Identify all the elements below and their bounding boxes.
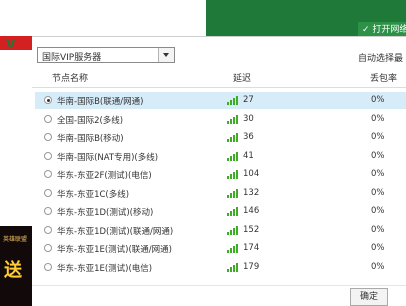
node-row[interactable]: 华东-东亚1E(测试)(联通/网通) 174 0% <box>35 240 406 257</box>
node-name: 华东-东亚2F(测试)(电信) <box>57 171 152 181</box>
node-loss: 0% <box>371 132 385 142</box>
node-radio[interactable] <box>44 96 52 104</box>
node-radio[interactable] <box>44 207 52 215</box>
node-name: 华南-国际(NAT专用)(多线) <box>57 152 159 163</box>
node-name: 华东-东亚1C(多线) <box>57 189 130 200</box>
node-latency: 152 <box>243 224 260 235</box>
signal-strength-icon <box>227 151 241 161</box>
signal-strength-icon <box>227 262 241 272</box>
column-header-name: 节点名称 <box>52 74 89 84</box>
app-logo-icon: V <box>6 37 16 51</box>
node-loss: 0% <box>371 113 385 124</box>
node-row[interactable]: 华南-国际B(移动) 36 0% <box>35 129 406 146</box>
node-latency: 27 <box>243 95 254 105</box>
column-header-latency: 延迟 <box>233 74 252 84</box>
node-name: 华东-东亚1D(测试)(移动) <box>57 208 154 218</box>
node-radio[interactable] <box>44 170 52 178</box>
node-loss: 0% <box>371 150 385 161</box>
node-loss: 0% <box>371 169 385 179</box>
signal-strength-icon <box>227 170 241 179</box>
node-row[interactable]: 华南-国际B(联通/网通) 27 0% <box>35 92 406 109</box>
node-name: 华东-东亚1E(测试)(联通/网通) <box>57 245 172 255</box>
server-group-value: 国际VIP服务器 <box>42 53 102 63</box>
node-loss: 0% <box>371 224 385 235</box>
node-latency: 36 <box>243 132 254 142</box>
node-loss: 0% <box>371 95 385 105</box>
signal-strength-icon <box>227 207 241 216</box>
node-radio[interactable] <box>44 262 52 271</box>
node-name: 华东-东亚1E(测试)(电信) <box>57 263 153 274</box>
server-group-select[interactable]: 国际VIP服务器 <box>37 47 175 63</box>
node-name: 华南-国际B(联通/网通) <box>57 97 144 107</box>
node-row[interactable]: 全国-国际2(多线) 30 0% <box>35 111 406 128</box>
background-panel <box>0 0 206 36</box>
node-row[interactable]: 华东-东亚1C(多线) 132 0% <box>35 185 406 202</box>
server-node-popup: 国际VIP服务器 自动选择最 节点名称 延迟 丢包率 华南-国际B(联通/网通)… <box>32 36 406 306</box>
signal-strength-icon <box>227 114 241 124</box>
node-loss: 0% <box>371 206 385 216</box>
column-header-loss: 丢包率 <box>370 74 398 84</box>
node-row[interactable]: 华东-东亚1D(测试)(移动) 146 0% <box>35 203 406 220</box>
background-red-bar <box>0 36 32 50</box>
node-name: 华东-东亚1D(测试)(联通/网通) <box>57 226 174 237</box>
node-radio[interactable] <box>44 133 52 141</box>
signal-strength-icon <box>227 96 241 105</box>
background-ad-banner: 英雄联盟 送 <box>0 226 32 306</box>
node-latency: 132 <box>243 187 260 198</box>
node-name: 全国-国际2(多线) <box>57 115 124 126</box>
node-latency: 30 <box>243 113 254 124</box>
node-latency: 174 <box>243 243 260 253</box>
ad-text: 英雄联盟 <box>3 236 28 243</box>
node-radio[interactable] <box>44 244 52 252</box>
signal-strength-icon <box>227 133 241 142</box>
node-radio[interactable] <box>44 114 52 123</box>
node-latency: 104 <box>243 169 260 179</box>
node-radio[interactable] <box>44 225 52 234</box>
chevron-down-icon[interactable] <box>158 48 174 62</box>
node-latency: 41 <box>243 150 254 161</box>
ad-big-text: 送 <box>4 260 22 281</box>
signal-strength-icon <box>227 225 241 235</box>
confirm-button[interactable]: 确定 <box>350 288 388 306</box>
node-latency: 146 <box>243 206 260 216</box>
node-name: 华南-国际B(移动) <box>57 134 124 144</box>
node-row[interactable]: 华东-东亚2F(测试)(电信) 104 0% <box>35 166 406 183</box>
node-radio[interactable] <box>44 151 52 160</box>
signal-strength-icon <box>227 244 241 253</box>
auto-select-option[interactable]: 自动选择最 <box>358 51 403 64</box>
node-loss: 0% <box>371 187 385 198</box>
node-row[interactable]: 华南-国际(NAT专用)(多线) 41 0% <box>35 148 406 165</box>
footer-divider <box>32 285 406 286</box>
node-row[interactable]: 华东-东亚1E(测试)(电信) 179 0% <box>35 259 406 276</box>
node-loss: 0% <box>371 243 385 253</box>
signal-strength-icon <box>227 188 241 198</box>
node-radio[interactable] <box>44 188 52 197</box>
open-network-label: 打开网络 <box>372 25 406 35</box>
node-table-header: 节点名称 延迟 丢包率 <box>32 67 406 88</box>
node-row[interactable]: 华东-东亚1D(测试)(联通/网通) 152 0% <box>35 222 406 239</box>
node-loss: 0% <box>371 261 385 272</box>
node-latency: 179 <box>243 261 260 272</box>
